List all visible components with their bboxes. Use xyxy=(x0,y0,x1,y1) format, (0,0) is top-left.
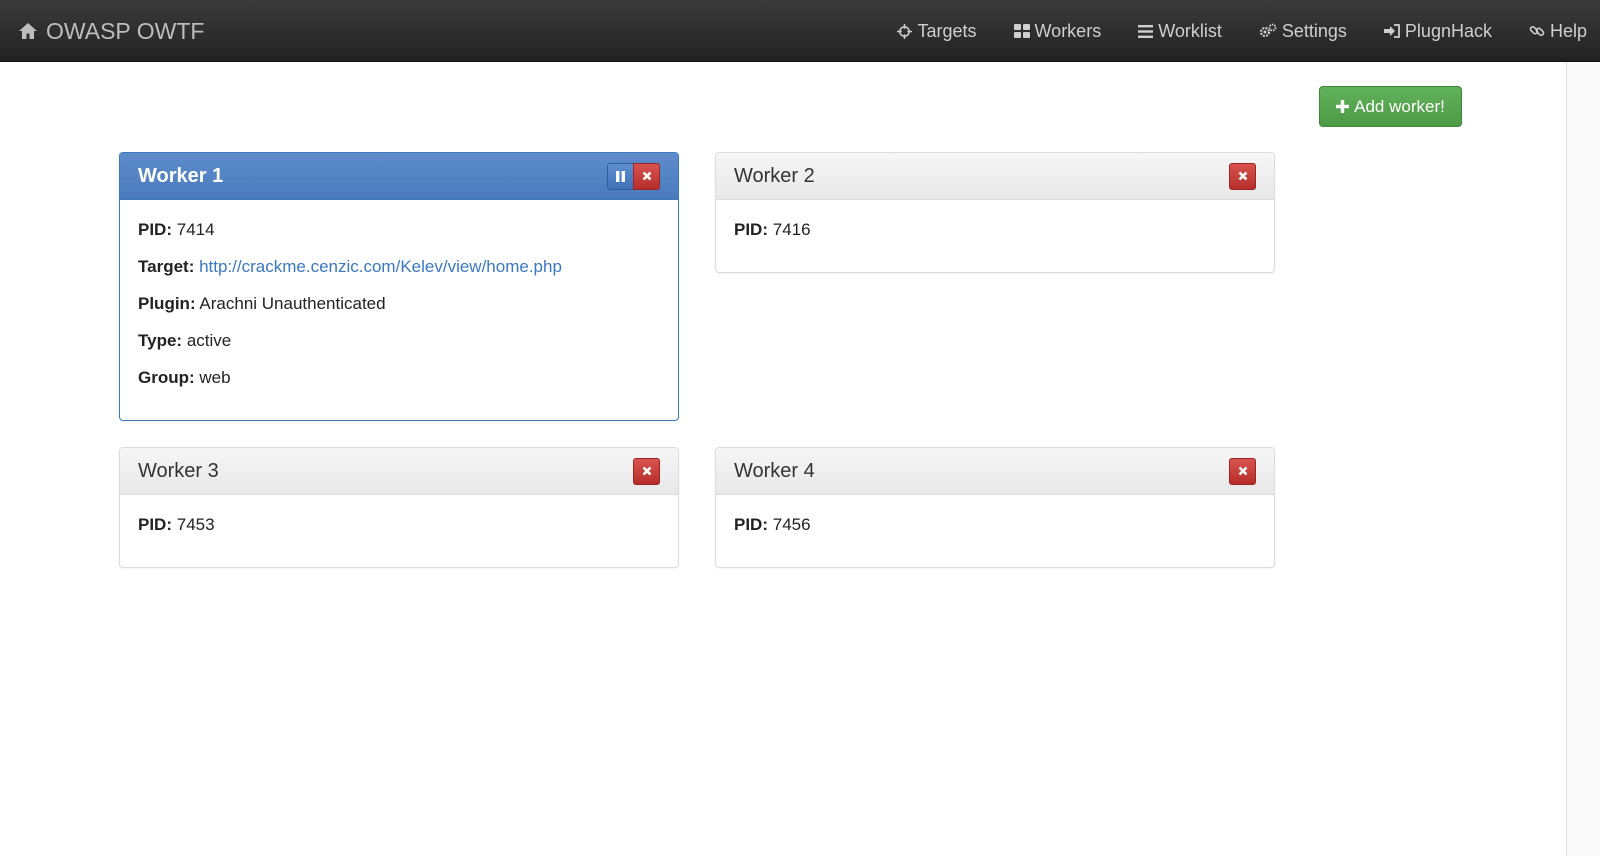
panel-heading: Worker 2 xyxy=(716,153,1274,200)
top-navbar: OWASP OWTF Targets Workers Worklist Sett… xyxy=(0,0,1600,62)
pid-label: PID: xyxy=(138,515,172,534)
target-link[interactable]: http://crackme.cenzic.com/Kelev/view/hom… xyxy=(199,257,562,276)
pid-value: 7414 xyxy=(176,220,215,239)
nav-settings-label: Settings xyxy=(1281,20,1347,41)
group-value: web xyxy=(199,368,231,387)
pid-label: PID: xyxy=(734,515,768,534)
delete-worker-button[interactable] xyxy=(633,457,660,485)
home-icon xyxy=(19,23,37,39)
nav-settings[interactable]: Settings xyxy=(1259,21,1347,42)
sign-in-icon xyxy=(1383,24,1400,38)
nav-worklist[interactable]: Worklist xyxy=(1138,21,1222,42)
pid-label: PID: xyxy=(138,220,172,239)
nav-targets[interactable]: Targets xyxy=(897,20,977,42)
type-row: Type: active xyxy=(138,331,660,351)
group-label: Group: xyxy=(138,368,195,387)
panel-heading: Worker 3 xyxy=(120,448,678,495)
close-icon xyxy=(642,466,651,476)
nav-menu: Targets Workers Worklist Settings PlugnH… xyxy=(897,0,1600,62)
pid-row: PID: 7453 xyxy=(138,515,660,535)
panel-title: Worker 1 xyxy=(138,164,224,187)
panel-body: PID: 7453 xyxy=(120,495,678,564)
brand-title: OWASP OWTF xyxy=(46,17,205,44)
nav-plugnhack-label: PlugnHack xyxy=(1404,20,1492,41)
pid-value: 7456 xyxy=(772,515,811,534)
nav-workers-label: Workers xyxy=(1034,20,1102,41)
link-icon xyxy=(1529,25,1545,37)
plugin-label: Plugin: xyxy=(138,294,196,313)
worker-actions xyxy=(607,162,660,190)
pid-row: PID: 7416 xyxy=(734,220,1256,240)
pid-value: 7453 xyxy=(176,515,215,534)
brand-link[interactable]: OWASP OWTF xyxy=(18,0,204,62)
nav-workers[interactable]: Workers xyxy=(1013,20,1102,42)
worker-panel: Worker 4 PID: 7456 xyxy=(715,447,1275,568)
pid-row: PID: 7414 xyxy=(138,220,660,240)
list-icon xyxy=(1138,24,1154,38)
panel-body: PID: 7456 xyxy=(716,495,1274,564)
pid-value: 7416 xyxy=(772,220,811,239)
worker-panel: Worker 2 PID: 7416 xyxy=(715,152,1275,273)
add-worker-button[interactable]: Add worker! xyxy=(1319,86,1462,127)
worker-panel: Worker 3 PID: 7453 xyxy=(119,447,679,568)
type-value: active xyxy=(186,331,232,350)
panel-heading: Worker 4 xyxy=(716,448,1274,495)
target-label: Target: xyxy=(138,257,195,276)
gears-icon xyxy=(1259,23,1277,38)
panel-body: PID: 7416 xyxy=(716,200,1274,269)
add-worker-label: Add worker! xyxy=(1354,96,1445,116)
panel-title: Worker 2 xyxy=(734,164,815,187)
group-row: Group: web xyxy=(138,368,660,388)
nav-worklist-label: Worklist xyxy=(1158,20,1222,41)
crosshair-icon xyxy=(897,23,913,39)
grid-icon xyxy=(1013,24,1030,38)
pause-icon xyxy=(616,170,625,182)
nav-targets-label: Targets xyxy=(917,20,977,41)
delete-worker-button[interactable] xyxy=(1229,457,1256,485)
pid-label: PID: xyxy=(734,220,768,239)
nav-help-label: Help xyxy=(1549,20,1587,41)
close-icon xyxy=(1238,171,1247,181)
worker-panel: Worker 1 PID: 7414 Target: http://crackm… xyxy=(119,152,679,421)
delete-worker-button[interactable] xyxy=(633,162,660,190)
panel-body: PID: 7414 Target: http://crackme.cenzic.… xyxy=(120,200,678,417)
nav-plugnhack[interactable]: PlugnHack xyxy=(1383,20,1492,42)
page-scrollbar[interactable] xyxy=(1566,62,1600,856)
pause-worker-button[interactable] xyxy=(607,162,634,190)
type-label: Type: xyxy=(138,331,183,350)
nav-help[interactable]: Help xyxy=(1529,21,1587,42)
panel-heading: Worker 1 xyxy=(120,153,678,200)
target-row: Target: http://crackme.cenzic.com/Kelev/… xyxy=(138,257,660,277)
panel-title: Worker 3 xyxy=(138,459,219,482)
plugin-value: Arachni Unauthenticated xyxy=(199,294,386,313)
delete-worker-button[interactable] xyxy=(1229,162,1256,190)
close-icon xyxy=(642,171,651,181)
plus-icon xyxy=(1336,100,1350,113)
close-icon xyxy=(1238,466,1247,476)
pid-row: PID: 7456 xyxy=(734,515,1256,535)
plugin-row: Plugin: Arachni Unauthenticated xyxy=(138,294,660,314)
panel-title: Worker 4 xyxy=(734,459,815,482)
